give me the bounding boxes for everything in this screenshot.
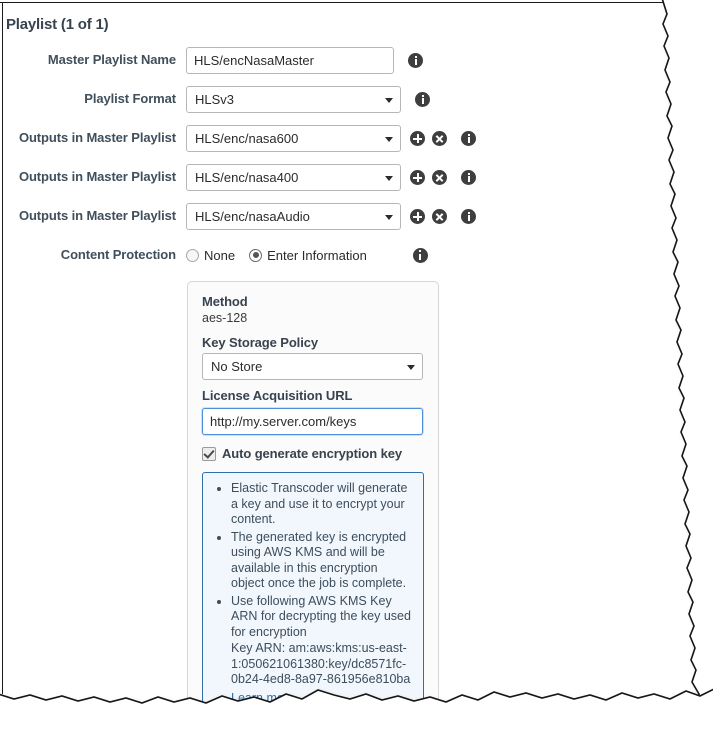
chevron-down-icon (385, 136, 393, 142)
content-protection-radio-group: None Enter Information (186, 242, 381, 268)
field-group-playlist-format: HLSv3 (186, 86, 430, 113)
note-bullet-3-text: Use following AWS KMS Key ARN for decryp… (231, 593, 411, 639)
license-acquisition-url-label: License Acquisition URL (202, 388, 353, 403)
radio-enter-information-label[interactable]: Enter Information (267, 248, 367, 263)
frame-left-border (2, 2, 3, 694)
label-master-playlist-name: Master Playlist Name (47, 52, 176, 67)
info-icon[interactable] (461, 209, 476, 224)
license-acquisition-url-input[interactable] (202, 408, 423, 435)
frame-top-border (0, 2, 668, 3)
info-icon[interactable] (412, 247, 428, 263)
output-value-2: HLS/enc/nasa400 (195, 170, 299, 185)
chevron-down-icon (407, 364, 415, 370)
output-select-3[interactable]: HLS/enc/nasaAudio (186, 203, 401, 230)
label-content-protection: Content Protection (60, 247, 176, 262)
remove-output-button-3[interactable] (432, 209, 447, 224)
master-playlist-name-input[interactable] (186, 47, 394, 74)
label-output-3: Outputs in Master Playlist (18, 208, 176, 223)
remove-output-button-1[interactable] (432, 131, 447, 146)
field-row-output-3: Outputs in Master Playlist HLS/enc/nasaA… (0, 203, 668, 230)
chevron-down-icon (385, 214, 393, 220)
auto-generate-key-label[interactable]: Auto generate encryption key (222, 446, 402, 461)
note-bullet-2: The generated key is encrypted using AWS… (231, 530, 413, 592)
learn-more-link[interactable]: Learn more (231, 691, 295, 707)
radio-none-label[interactable]: None (204, 248, 235, 263)
key-storage-policy-value: No Store (211, 359, 263, 374)
field-group-master-playlist-name (186, 47, 423, 74)
chevron-down-icon (385, 175, 393, 181)
screenshot-root: Playlist (1 of 1) Master Playlist Name P… (0, 0, 713, 741)
radio-none[interactable] (186, 248, 199, 262)
output-value-3: HLS/enc/nasaAudio (195, 209, 310, 224)
page-title: Playlist (1 of 1) (6, 16, 109, 33)
label-output-2: Outputs in Master Playlist (18, 169, 176, 184)
playlist-format-select[interactable]: HLSv3 (186, 86, 401, 113)
field-row-master-playlist-name: Master Playlist Name (0, 47, 668, 74)
output-select-1[interactable]: HLS/enc/nasa600 (186, 125, 401, 152)
auto-generate-key-checkbox[interactable] (202, 446, 216, 461)
info-icon[interactable] (415, 92, 430, 107)
playlist-format-value: HLSv3 (195, 92, 235, 107)
field-group-output-3: HLS/enc/nasaAudio (186, 203, 476, 230)
playlist-form: Playlist (1 of 1) Master Playlist Name P… (0, 0, 668, 280)
output-select-2[interactable]: HLS/enc/nasa400 (186, 164, 401, 191)
info-icon[interactable] (461, 131, 476, 146)
add-output-button-2[interactable] (410, 170, 425, 185)
method-value: aes-128 (202, 311, 248, 325)
info-icon[interactable] (408, 53, 423, 68)
key-arn-value: Key ARN: am:aws:kms:us-east-1:0506210613… (231, 641, 411, 686)
label-output-1: Outputs in Master Playlist (18, 130, 176, 145)
chevron-down-icon (385, 97, 393, 103)
content-protection-panel: Method aes-128 Key Storage Policy No Sto… (187, 281, 439, 737)
field-group-content-protection: None Enter Information (186, 242, 428, 268)
remove-output-button-2[interactable] (432, 170, 447, 185)
field-row-playlist-format: Playlist Format HLSv3 (0, 86, 668, 113)
field-row-content-protection: Content Protection None Enter Informatio… (0, 242, 668, 268)
field-group-output-2: HLS/enc/nasa400 (186, 164, 476, 191)
note-bullet-3: Use following AWS KMS Key ARN for decryp… (231, 593, 413, 707)
field-group-output-1: HLS/enc/nasa600 (186, 125, 476, 152)
method-label: Method (202, 294, 248, 309)
auto-generate-key-row: Auto generate encryption key (202, 446, 424, 461)
encryption-info-note: Elastic Transcoder will generate a key a… (202, 472, 424, 720)
label-playlist-format: Playlist Format (84, 91, 176, 106)
info-icon[interactable] (461, 170, 476, 185)
add-output-button-1[interactable] (410, 131, 425, 146)
field-row-output-1: Outputs in Master Playlist HLS/enc/nasa6… (0, 125, 668, 152)
note-bullet-list: Elastic Transcoder will generate a key a… (213, 481, 413, 707)
key-storage-policy-label: Key Storage Policy (202, 335, 318, 350)
add-output-button-3[interactable] (410, 209, 425, 224)
note-bullet-1: Elastic Transcoder will generate a key a… (231, 481, 413, 528)
key-storage-policy-select[interactable]: No Store (202, 353, 423, 380)
radio-enter-information[interactable] (249, 248, 263, 262)
output-value-1: HLS/enc/nasa600 (195, 131, 299, 146)
field-row-output-2: Outputs in Master Playlist HLS/enc/nasa4… (0, 164, 668, 191)
